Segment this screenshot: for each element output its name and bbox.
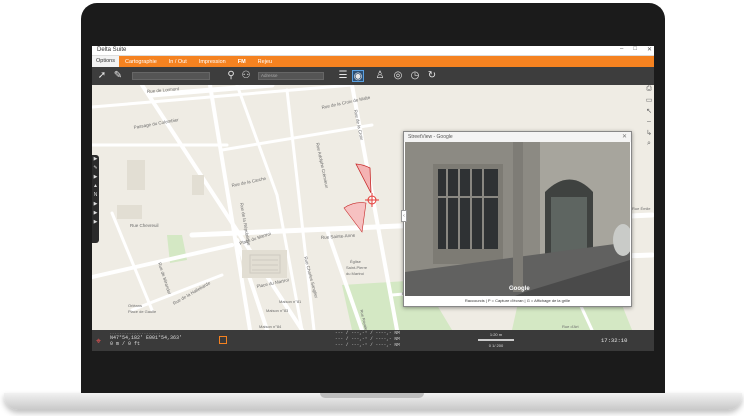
svg-text:Maison n°83: Maison n°83 — [266, 308, 289, 313]
svg-text:Place de Gaulle: Place de Gaulle — [128, 309, 157, 314]
map-view[interactable]: Rue de Lormont Passage du Colombier Rue … — [92, 85, 654, 330]
strip-btn-3[interactable]: ▶ — [92, 173, 99, 182]
pen-icon[interactable]: ✎ — [112, 70, 124, 82]
layer-icon[interactable]: ▭ — [644, 96, 654, 107]
scale-bar — [478, 339, 514, 341]
scale-numbers: 0 1/ 200 — [488, 343, 504, 348]
streetview-header: StreetView - Google ✕ — [404, 132, 631, 142]
coordinates-altitude: 0 m / 0 ft — [110, 341, 141, 347]
zoom-icon[interactable]: ⌕ — [644, 140, 654, 151]
menu-fm[interactable]: FM — [232, 59, 252, 65]
minus-icon[interactable]: – — [644, 118, 654, 129]
app-window: Delta Suite – □ ✕ Options Cartographie I… — [92, 46, 654, 351]
svg-text:du Martroi: du Martroi — [346, 271, 364, 276]
menu-options[interactable]: Options — [92, 56, 119, 67]
right-tool-strip: ⎙ ▭ ↖ – ↳ ⌕ — [644, 85, 654, 285]
tool-field[interactable] — [132, 72, 210, 80]
address-search-input[interactable]: Adresse — [258, 72, 324, 80]
clock: 17:32:10 — [601, 337, 628, 344]
menu-impression[interactable]: Impression — [193, 59, 232, 65]
svg-text:Saint-Pierre: Saint-Pierre — [346, 265, 368, 270]
print-icon[interactable]: ⎙ — [644, 85, 654, 96]
strip-btn-5[interactable]: N — [92, 191, 99, 200]
strip-btn-6[interactable]: ▶ — [92, 200, 99, 209]
people-icon[interactable]: ⚇ — [240, 70, 252, 82]
window-controls: – □ ✕ — [620, 46, 652, 53]
maximize-button[interactable]: □ — [633, 46, 637, 53]
pointer-icon[interactable]: ↖ — [644, 107, 654, 118]
person-icon[interactable]: ♙ — [374, 70, 386, 82]
streetview-toggle-button[interactable]: ‹ — [401, 210, 407, 222]
streetview-title: StreetView - Google — [408, 134, 453, 140]
target-marker — [365, 193, 379, 207]
left-tool-strip: ▶ ✎ ▶ ▲ N ▶ ▶ ▶ — [92, 155, 99, 243]
svg-text:Rue Sainte-Anne: Rue Sainte-Anne — [321, 233, 356, 240]
svg-text:Église: Église — [350, 259, 362, 264]
menu-rejeu[interactable]: Rejeu — [252, 59, 278, 65]
crosshair-icon: ⌖ — [96, 336, 102, 346]
send-icon[interactable]: ↳ — [644, 129, 654, 140]
strip-btn-7[interactable]: ▶ — [92, 209, 99, 218]
toolbar: ➚ ✎ ⚲ ⚇ Adresse ☰ ◉ ♙ ◎ ◷ ↻ — [92, 67, 654, 85]
menu-cartographie[interactable]: Cartographie — [119, 59, 163, 65]
svg-text:Rue de la Croix de Malte: Rue de la Croix de Malte — [321, 95, 371, 110]
close-button[interactable]: ✕ — [647, 46, 652, 53]
svg-text:Rue Chevreuil: Rue Chevreuil — [130, 223, 159, 228]
streetview-panel[interactable]: StreetView - Google ✕ Google ‹ Raccourci… — [401, 131, 632, 307]
square-icon[interactable] — [219, 336, 227, 344]
strip-btn-4[interactable]: ▲ — [92, 182, 99, 191]
title-bar: Delta Suite – □ ✕ — [92, 46, 654, 56]
laptop-notch — [320, 393, 424, 398]
coordinates-readout: N47°54,182' E001°54,363' 0 m / 0 ft — [110, 335, 182, 347]
svg-text:Rue d'Art: Rue d'Art — [562, 324, 579, 329]
window-title: Delta Suite — [97, 47, 127, 53]
clock-icon[interactable]: ◷ — [409, 70, 421, 82]
strip-btn-1[interactable]: ▶ — [92, 155, 99, 164]
cursor-icon[interactable]: ➚ — [96, 70, 108, 82]
route-icon[interactable]: ⚲ — [225, 70, 237, 82]
strip-btn-2[interactable]: ✎ — [92, 164, 99, 173]
strip-btn-8[interactable]: ▶ — [92, 218, 99, 227]
eye-icon[interactable]: ◉ — [352, 70, 364, 82]
svg-text:Rue Adolphe Crémieux: Rue Adolphe Crémieux — [315, 142, 330, 189]
svg-text:Passage du Colombier: Passage du Colombier — [133, 117, 179, 130]
menu-bar: Options Cartographie In / Out Impression… — [92, 56, 654, 67]
list-icon[interactable]: ☰ — [337, 70, 349, 82]
minimize-button[interactable]: – — [620, 46, 623, 53]
menu-in-out[interactable]: In / Out — [163, 59, 193, 65]
status-bar: - - - - - - - - - - - - - - - - - - - - … — [92, 330, 654, 351]
bearing-readouts: --- / ---,-° / ----,- NM --- / ---,-° / … — [335, 331, 400, 349]
google-logo: Google — [509, 286, 530, 292]
streetview-close-button[interactable]: ✕ — [622, 133, 627, 140]
streetview-image[interactable]: Google — [405, 142, 630, 296]
svg-text:Orléans: Orléans — [128, 303, 142, 308]
refresh-icon[interactable]: ↻ — [426, 70, 438, 82]
scale-label: 1:20 m — [489, 332, 503, 337]
readout-3: --- / ---,-° / ----,- NM — [335, 343, 400, 348]
svg-text:Rue de Mirandol: Rue de Mirandol — [157, 262, 172, 295]
target-icon[interactable]: ◎ — [392, 70, 404, 82]
svg-text:Rue de la Carche: Rue de la Carche — [231, 176, 267, 188]
svg-text:Maison n°81: Maison n°81 — [279, 299, 302, 304]
svg-text:Maison n°84: Maison n°84 — [259, 324, 282, 329]
streetview-footer: Raccourcis | P = Capture d'écran | G = A… — [404, 296, 631, 306]
